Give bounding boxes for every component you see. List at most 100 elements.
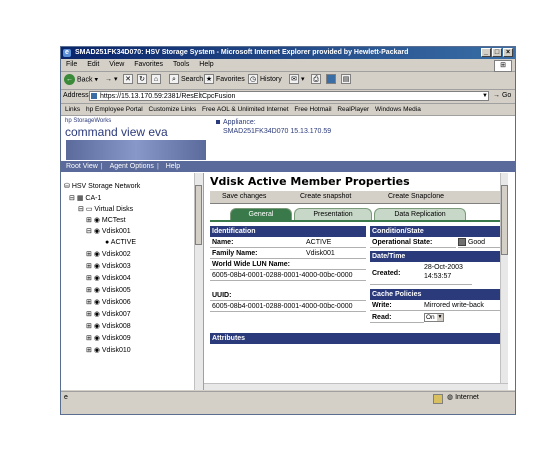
tree-label: Vdisk004 bbox=[101, 275, 131, 282]
address-dropdown-icon[interactable]: ▼ bbox=[481, 91, 489, 101]
tree-label: ACTIVE bbox=[110, 239, 137, 246]
properties-scrollbar-thumb[interactable] bbox=[501, 185, 508, 255]
write-value: Mirrored write-back bbox=[424, 301, 506, 311]
search-label: Search bbox=[180, 76, 204, 83]
tree-virtual-disks[interactable]: ⊟ ▭ Virtual Disks bbox=[78, 204, 133, 215]
lock-icon bbox=[433, 394, 443, 404]
tree-scrollbar[interactable] bbox=[194, 173, 203, 390]
tree-item[interactable]: ⊞ ◉ Vdisk009 bbox=[86, 333, 131, 344]
tree-item[interactable]: ⊞ ◉ Vdisk004 bbox=[86, 273, 131, 284]
tab-general[interactable]: General bbox=[230, 208, 292, 220]
minimize-button[interactable]: _ bbox=[481, 48, 491, 57]
tree-label: Vdisk008 bbox=[101, 323, 131, 330]
print-button[interactable]: ⎙ bbox=[311, 74, 321, 86]
tree-item[interactable]: ⊞ ◉ Vdisk008 bbox=[86, 321, 131, 332]
menu-view[interactable]: View bbox=[109, 61, 124, 68]
tree-item[interactable]: ⊞ ◉ Vdisk005 bbox=[86, 285, 131, 296]
expand-icon: ⊞ bbox=[86, 347, 92, 354]
banner-image bbox=[66, 140, 206, 160]
hp-logo: hp StorageWorks bbox=[65, 118, 112, 124]
history-label: History bbox=[259, 76, 282, 83]
toolbar: ← Back ▾ → ▾ ✕ ↻ ⌂ ⌕ Search ★ Favorites … bbox=[61, 71, 515, 90]
forward-arrow-icon: → bbox=[105, 76, 112, 83]
horizontal-scrollbar[interactable] bbox=[204, 383, 508, 390]
discuss-icon: ▤ bbox=[341, 74, 351, 85]
create-snapclone-button[interactable]: Create Snapclone bbox=[388, 192, 444, 202]
link-item[interactable]: RealPlayer bbox=[337, 106, 369, 113]
home-icon: ⌂ bbox=[151, 74, 161, 85]
menu-favorites[interactable]: Favorites bbox=[134, 61, 163, 68]
tree-label: Vdisk001 bbox=[101, 228, 131, 235]
create-snapshot-button[interactable]: Create snapshot bbox=[300, 192, 351, 202]
tree-item[interactable]: ⊞ ◉ Vdisk010 bbox=[86, 345, 131, 356]
discuss-button[interactable]: ▤ bbox=[341, 74, 351, 86]
search-icon: ⌕ bbox=[169, 74, 179, 85]
tree-item[interactable]: ⊞ ◉ Vdisk002 bbox=[86, 249, 131, 260]
tree-ca[interactable]: ⊟ ▦ CA-1 bbox=[69, 193, 101, 204]
link-item[interactable]: Windows Media bbox=[375, 106, 421, 113]
favorites-button[interactable]: ★ Favorites bbox=[204, 74, 245, 86]
close-button[interactable]: × bbox=[503, 48, 513, 57]
tree-label: Vdisk005 bbox=[101, 287, 131, 294]
condition-header: Condition/State bbox=[370, 226, 506, 237]
tree-item[interactable]: ⊞ ◉ Vdisk006 bbox=[86, 297, 131, 308]
nav-agent-options[interactable]: Agent Options bbox=[110, 163, 154, 170]
tree-label: Vdisk007 bbox=[101, 311, 131, 318]
maximize-button[interactable]: □ bbox=[492, 48, 502, 57]
address-input[interactable]: https://15.13.170.59:2381/ResEltCpcFusio… bbox=[89, 91, 489, 101]
tab-data-replication[interactable]: Data Replication bbox=[374, 208, 466, 220]
tree-label: HSV Storage Network bbox=[71, 183, 141, 190]
family-name-value: Vdisk001 bbox=[306, 249, 366, 259]
back-button[interactable]: ← Back ▾ bbox=[64, 74, 98, 86]
home-button[interactable]: ⌂ bbox=[151, 74, 161, 86]
menu-file[interactable]: File bbox=[66, 61, 77, 68]
title-bar: e SMAD251FK34D070: HSV Storage System - … bbox=[61, 47, 515, 59]
menu-tools[interactable]: Tools bbox=[173, 61, 189, 68]
tree-pane: ⛁ HSV Storage Network ⊟ ▦ CA-1 ⊟ ▭ Virtu… bbox=[61, 173, 204, 390]
nav-root-view[interactable]: Root View bbox=[66, 163, 98, 170]
menu-help[interactable]: Help bbox=[199, 61, 213, 68]
tree-item-active[interactable]: ● ACTIVE bbox=[105, 237, 136, 248]
status-bar: e ◍ Internet bbox=[61, 391, 515, 404]
datetime-header: Date/Time bbox=[370, 251, 506, 262]
nav-help[interactable]: Help bbox=[166, 163, 180, 170]
tree-item[interactable]: ⊞ ◉ Vdisk003 bbox=[86, 261, 131, 272]
expand-icon: ⊞ bbox=[86, 323, 92, 330]
links-bar: Links hp Employee Portal Customize Links… bbox=[61, 104, 515, 116]
save-changes-button[interactable]: Save changes bbox=[222, 192, 266, 202]
tree-item[interactable]: ⊞ ◉ Vdisk007 bbox=[86, 309, 131, 320]
forward-button[interactable]: → ▾ bbox=[105, 74, 117, 86]
history-button[interactable]: ◷ History bbox=[248, 74, 282, 86]
tab-presentation[interactable]: Presentation bbox=[294, 208, 372, 220]
stop-button[interactable]: ✕ bbox=[123, 74, 133, 86]
history-icon: ◷ bbox=[248, 74, 258, 85]
storage-icon: ▦ bbox=[76, 195, 84, 202]
link-item[interactable]: Customize Links bbox=[149, 106, 197, 113]
tree-scrollbar-thumb[interactable] bbox=[195, 185, 202, 245]
edit-button[interactable] bbox=[326, 74, 336, 86]
status-icon bbox=[458, 238, 466, 247]
read-select-value: On bbox=[426, 314, 435, 321]
disk-icon: ◉ bbox=[93, 228, 100, 235]
link-item[interactable]: Free AOL & Unlimited Internet bbox=[202, 106, 288, 113]
refresh-button[interactable]: ↻ bbox=[137, 74, 147, 86]
wwlun-label: World Wide LUN Name: bbox=[210, 260, 366, 270]
links-label: Links bbox=[65, 106, 81, 113]
tree-item[interactable]: ⊞ ◉ MCTest bbox=[86, 215, 126, 226]
tree-item[interactable]: ⊟ ◉ Vdisk001 bbox=[86, 226, 131, 237]
go-button[interactable]: → Go bbox=[493, 92, 511, 99]
menu-edit[interactable]: Edit bbox=[87, 61, 99, 68]
stop-icon: ✕ bbox=[123, 74, 133, 85]
link-item[interactable]: hp Employee Portal bbox=[86, 106, 143, 113]
link-item[interactable]: Free Hotmail bbox=[294, 106, 331, 113]
ie-icon: e bbox=[63, 49, 71, 57]
tree-root[interactable]: ⛁ HSV Storage Network bbox=[64, 181, 140, 192]
search-button[interactable]: ⌕ Search bbox=[169, 74, 203, 86]
read-select[interactable]: On ▼ bbox=[424, 313, 444, 322]
address-label: Address bbox=[63, 92, 89, 99]
disk-icon: ◉ bbox=[93, 263, 100, 270]
properties-scrollbar[interactable] bbox=[500, 173, 508, 383]
mail-button[interactable]: ✉ ▾ bbox=[289, 74, 304, 86]
disk-icon: ◉ bbox=[93, 275, 100, 282]
folder-icon: ▭ bbox=[85, 206, 93, 213]
